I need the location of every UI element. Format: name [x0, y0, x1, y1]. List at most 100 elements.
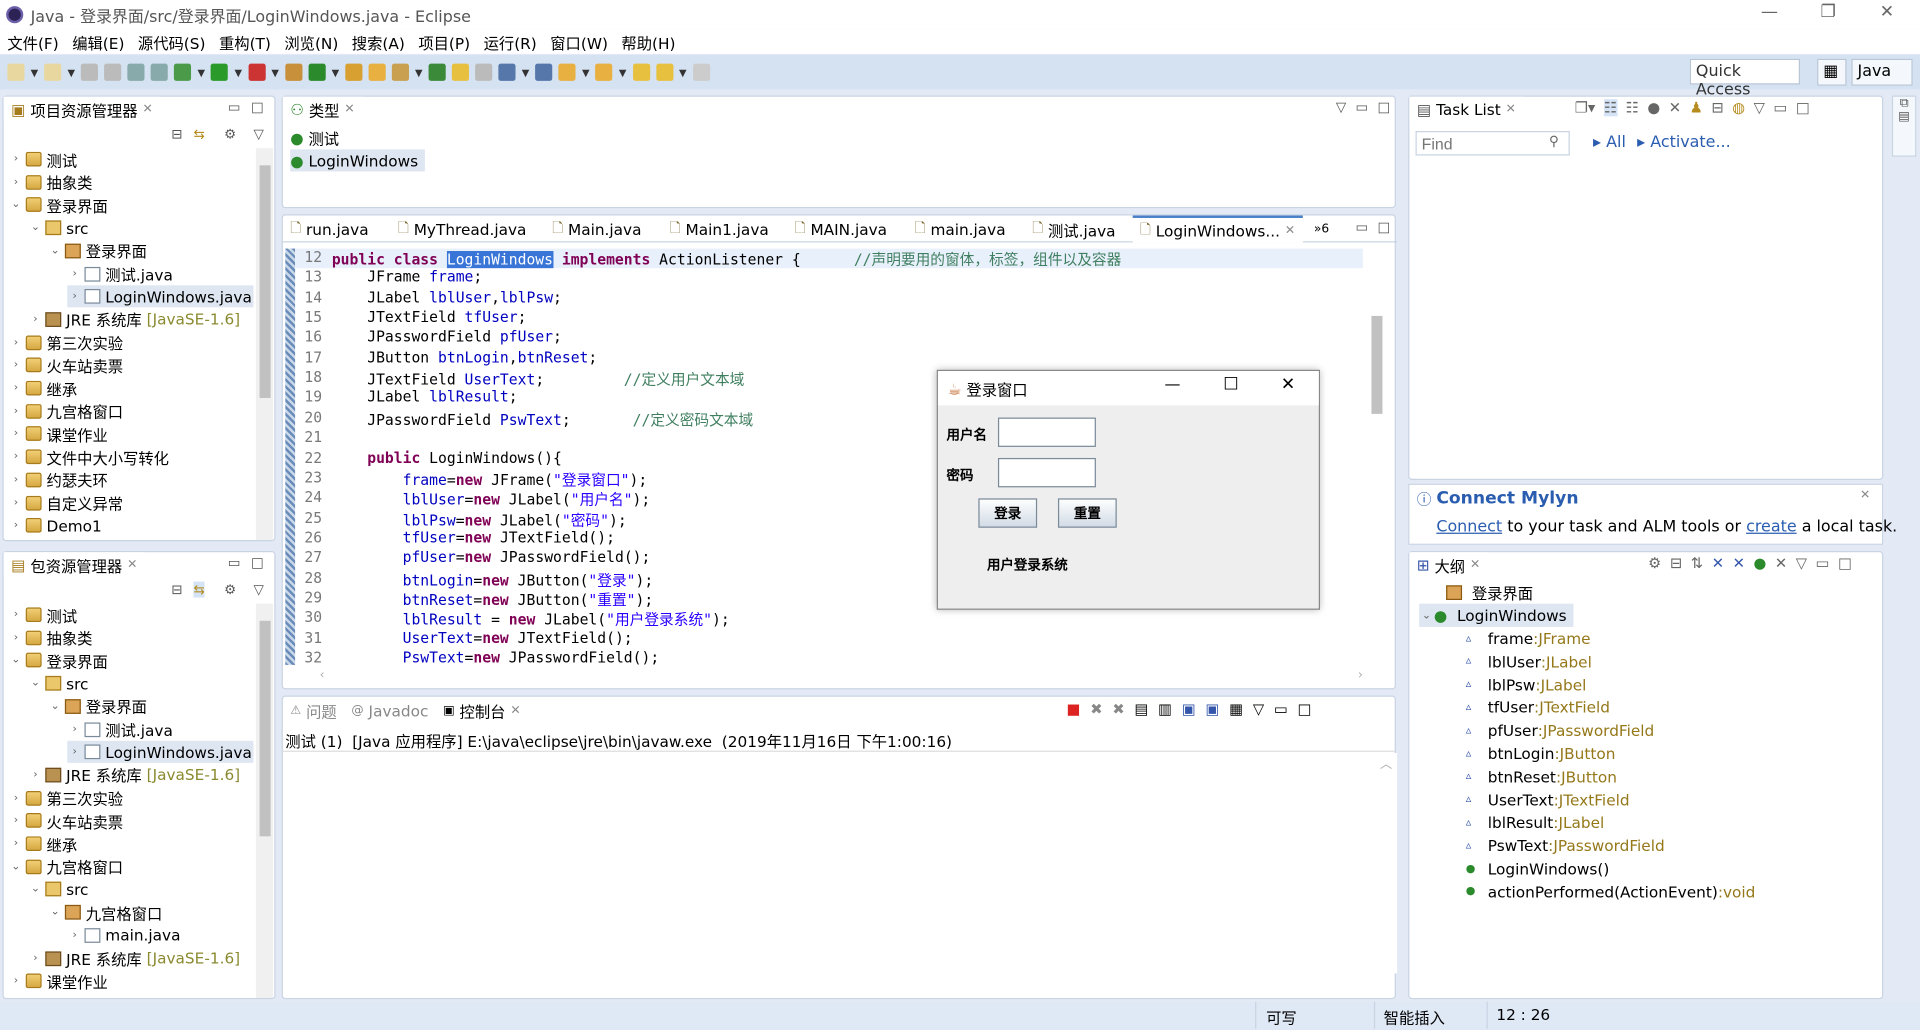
editor-tab[interactable]: 🗋 LoginWindows... ✕ [1132, 215, 1303, 243]
view-menu-icon[interactable]: ▽ [1754, 99, 1765, 116]
toolbar-button-icon[interactable] [44, 63, 62, 81]
chevron-right-icon[interactable]: › [9, 975, 24, 987]
chevron-right-icon[interactable]: › [9, 336, 24, 348]
tree-item[interactable]: ⌄ src [28, 672, 89, 694]
collapse-all-icon[interactable]: ⊟ [171, 582, 182, 598]
chevron-right-icon[interactable]: › [9, 176, 24, 188]
chevron-right-icon[interactable]: › [9, 631, 24, 643]
tree-item[interactable]: › 自定义异常 [9, 492, 124, 514]
dropdown-arrow-icon[interactable]: ▼ [31, 67, 39, 78]
username-input[interactable] [997, 417, 1096, 447]
chevron-right-icon[interactable]: › [9, 474, 24, 486]
tree-item[interactable]: › LoginWindows.java [67, 741, 254, 764]
close-icon[interactable]: ✕ [510, 703, 520, 716]
close-icon[interactable]: ✕ [1506, 102, 1516, 115]
console-tab-2[interactable]: ▣ 控制台 ✕ [436, 697, 528, 724]
close-icon[interactable]: ✕ [1285, 223, 1295, 236]
tree-item[interactable]: › JRE 系统库 [JavaSE-1.6] [28, 308, 240, 330]
maximize-icon[interactable]: □ [1378, 99, 1391, 115]
chevron-down-icon[interactable]: ⌄ [9, 654, 24, 666]
toolbar-button-icon[interactable] [451, 63, 470, 81]
collapse-icon[interactable]: ⊟ [1711, 99, 1723, 116]
maximize-icon[interactable]: □ [1378, 219, 1391, 235]
chevron-down-icon[interactable]: ⌄ [1419, 609, 1434, 621]
tree-item[interactable]: ⌄ 登录界面 [9, 194, 107, 216]
chevron-right-icon[interactable]: › [9, 815, 24, 827]
tree-item[interactable]: › 火车站卖票 [9, 354, 124, 376]
tree-item[interactable]: › 测试 [9, 148, 78, 170]
open-perspective-button[interactable]: ▦ [1817, 58, 1847, 86]
tree-item[interactable]: › JRE 系统库 [JavaSE-1.6] [28, 764, 240, 786]
toolbar-button-icon[interactable] [7, 63, 25, 81]
filter-icon[interactable]: ⚙ [224, 582, 236, 598]
minimize-icon[interactable]: ▭ [1356, 219, 1369, 235]
tab-project-explorer[interactable]: ▣ 项目资源管理器 ✕ [3, 96, 161, 122]
maximize-icon[interactable]: □ [251, 555, 264, 571]
dialog-minimize-button[interactable]: — [1164, 376, 1180, 394]
toolbar-button-icon[interactable] [692, 63, 710, 81]
toolbar-button-icon[interactable] [81, 63, 99, 81]
toolbar-button-icon[interactable] [174, 63, 192, 81]
tree-item[interactable]: › JRE 系统库 [JavaSE-1.6] [28, 947, 240, 969]
tab-task-list[interactable]: ▤ Task List ✕ [1409, 96, 1524, 122]
chevron-right-icon[interactable]: › [9, 497, 24, 509]
tree-item[interactable]: ⌄ 登录界面 [9, 649, 107, 671]
console-tab-1[interactable]: @ Javadoc [344, 697, 436, 724]
tree-item[interactable]: › 测试 [9, 604, 78, 626]
tree-item[interactable]: › 抽象类 [9, 171, 93, 193]
console-scrollbar[interactable]: ︿ [1380, 753, 1398, 974]
sort-icon[interactable]: ⚙ [1648, 555, 1661, 572]
editor-tab[interactable]: 🗋 Main.java [545, 216, 649, 243]
dropdown-arrow-icon[interactable]: ▼ [619, 67, 627, 78]
view-menu-icon[interactable]: ▽ [253, 126, 263, 142]
editor-tab[interactable]: 🗋 main.java [907, 216, 1013, 243]
menu-item[interactable]: 搜索(A) [344, 30, 411, 53]
menu-item[interactable]: 浏览(N) [277, 30, 344, 53]
chevron-right-icon[interactable]: › [9, 359, 24, 371]
outline-member[interactable]: ▵ btnLogin : JButton [1466, 742, 1616, 765]
chevron-right-icon[interactable]: › [67, 268, 82, 280]
menu-item[interactable]: 运行(R) [476, 30, 543, 53]
link-editor-icon[interactable]: ⇆ [193, 126, 204, 142]
menu-item[interactable]: 编辑(E) [65, 30, 131, 53]
outline-member[interactable]: ▵ PswText : JPasswordField [1466, 834, 1665, 857]
maximize-button[interactable]: ❐ [1800, 2, 1856, 22]
outline-package[interactable]: 登录界面 [1444, 580, 1533, 603]
perspective-java-button[interactable]: Java [1851, 58, 1913, 86]
activate-link[interactable]: ▸ Activate... [1637, 133, 1731, 151]
all-tasks-link[interactable]: ▸ All [1593, 133, 1626, 151]
close-icon[interactable]: ✕ [127, 558, 137, 571]
toolbar-button-icon[interactable] [655, 63, 673, 81]
minimize-icon[interactable]: ▭ [1274, 700, 1288, 717]
hide-fields-icon[interactable]: ⇅ [1691, 555, 1703, 572]
dropdown-arrow-icon[interactable]: ▼ [68, 67, 76, 78]
tree-item[interactable]: › 九宫格窗口 [9, 400, 124, 422]
tree-item[interactable]: › 第三次实验 [9, 787, 124, 809]
reset-button[interactable]: 重置 [1057, 498, 1117, 528]
menu-item[interactable]: 源代码(S) [131, 30, 212, 53]
repository-icon[interactable]: ◍ [1732, 99, 1745, 116]
tree-item[interactable]: › main.java [67, 924, 180, 946]
tree-item[interactable]: ⌄ 九宫格窗口 [48, 901, 162, 923]
tree-item[interactable]: › 抽象类 [9, 627, 93, 649]
toolbar-button-icon[interactable] [345, 63, 363, 81]
outline-member[interactable]: ▵ lblPsw : JLabel [1466, 673, 1587, 696]
outline-member[interactable]: ▵ btnReset : JButton [1466, 765, 1617, 788]
view-menu-icon[interactable]: ▽ [1253, 700, 1264, 717]
minimize-button[interactable]: — [1741, 2, 1797, 22]
toolbar-button-icon[interactable] [595, 63, 613, 81]
tree-item[interactable]: › Demo1 [9, 515, 102, 537]
tree-item[interactable]: › 测试.java [67, 718, 172, 740]
tab-hierarchy[interactable]: ⚇ 类型 ✕ [282, 96, 362, 122]
quick-access-input[interactable]: Quick Access [1689, 58, 1801, 99]
chevron-down-icon[interactable]: ⌄ [9, 199, 24, 211]
collapse-all-icon[interactable]: ⊟ [171, 126, 182, 142]
dropdown-arrow-icon[interactable]: ▼ [582, 67, 590, 78]
toolbar-button-icon[interactable] [535, 63, 553, 81]
menu-item[interactable]: 重构(T) [212, 30, 277, 53]
scroll-lock-icon[interactable]: ▤ [1134, 700, 1148, 717]
chevron-down-icon[interactable]: ⌄ [48, 906, 63, 918]
close-button[interactable]: ✕ [1859, 2, 1915, 22]
toolbar-button-icon[interactable] [150, 63, 169, 81]
menu-item[interactable]: 帮助(H) [614, 30, 682, 53]
